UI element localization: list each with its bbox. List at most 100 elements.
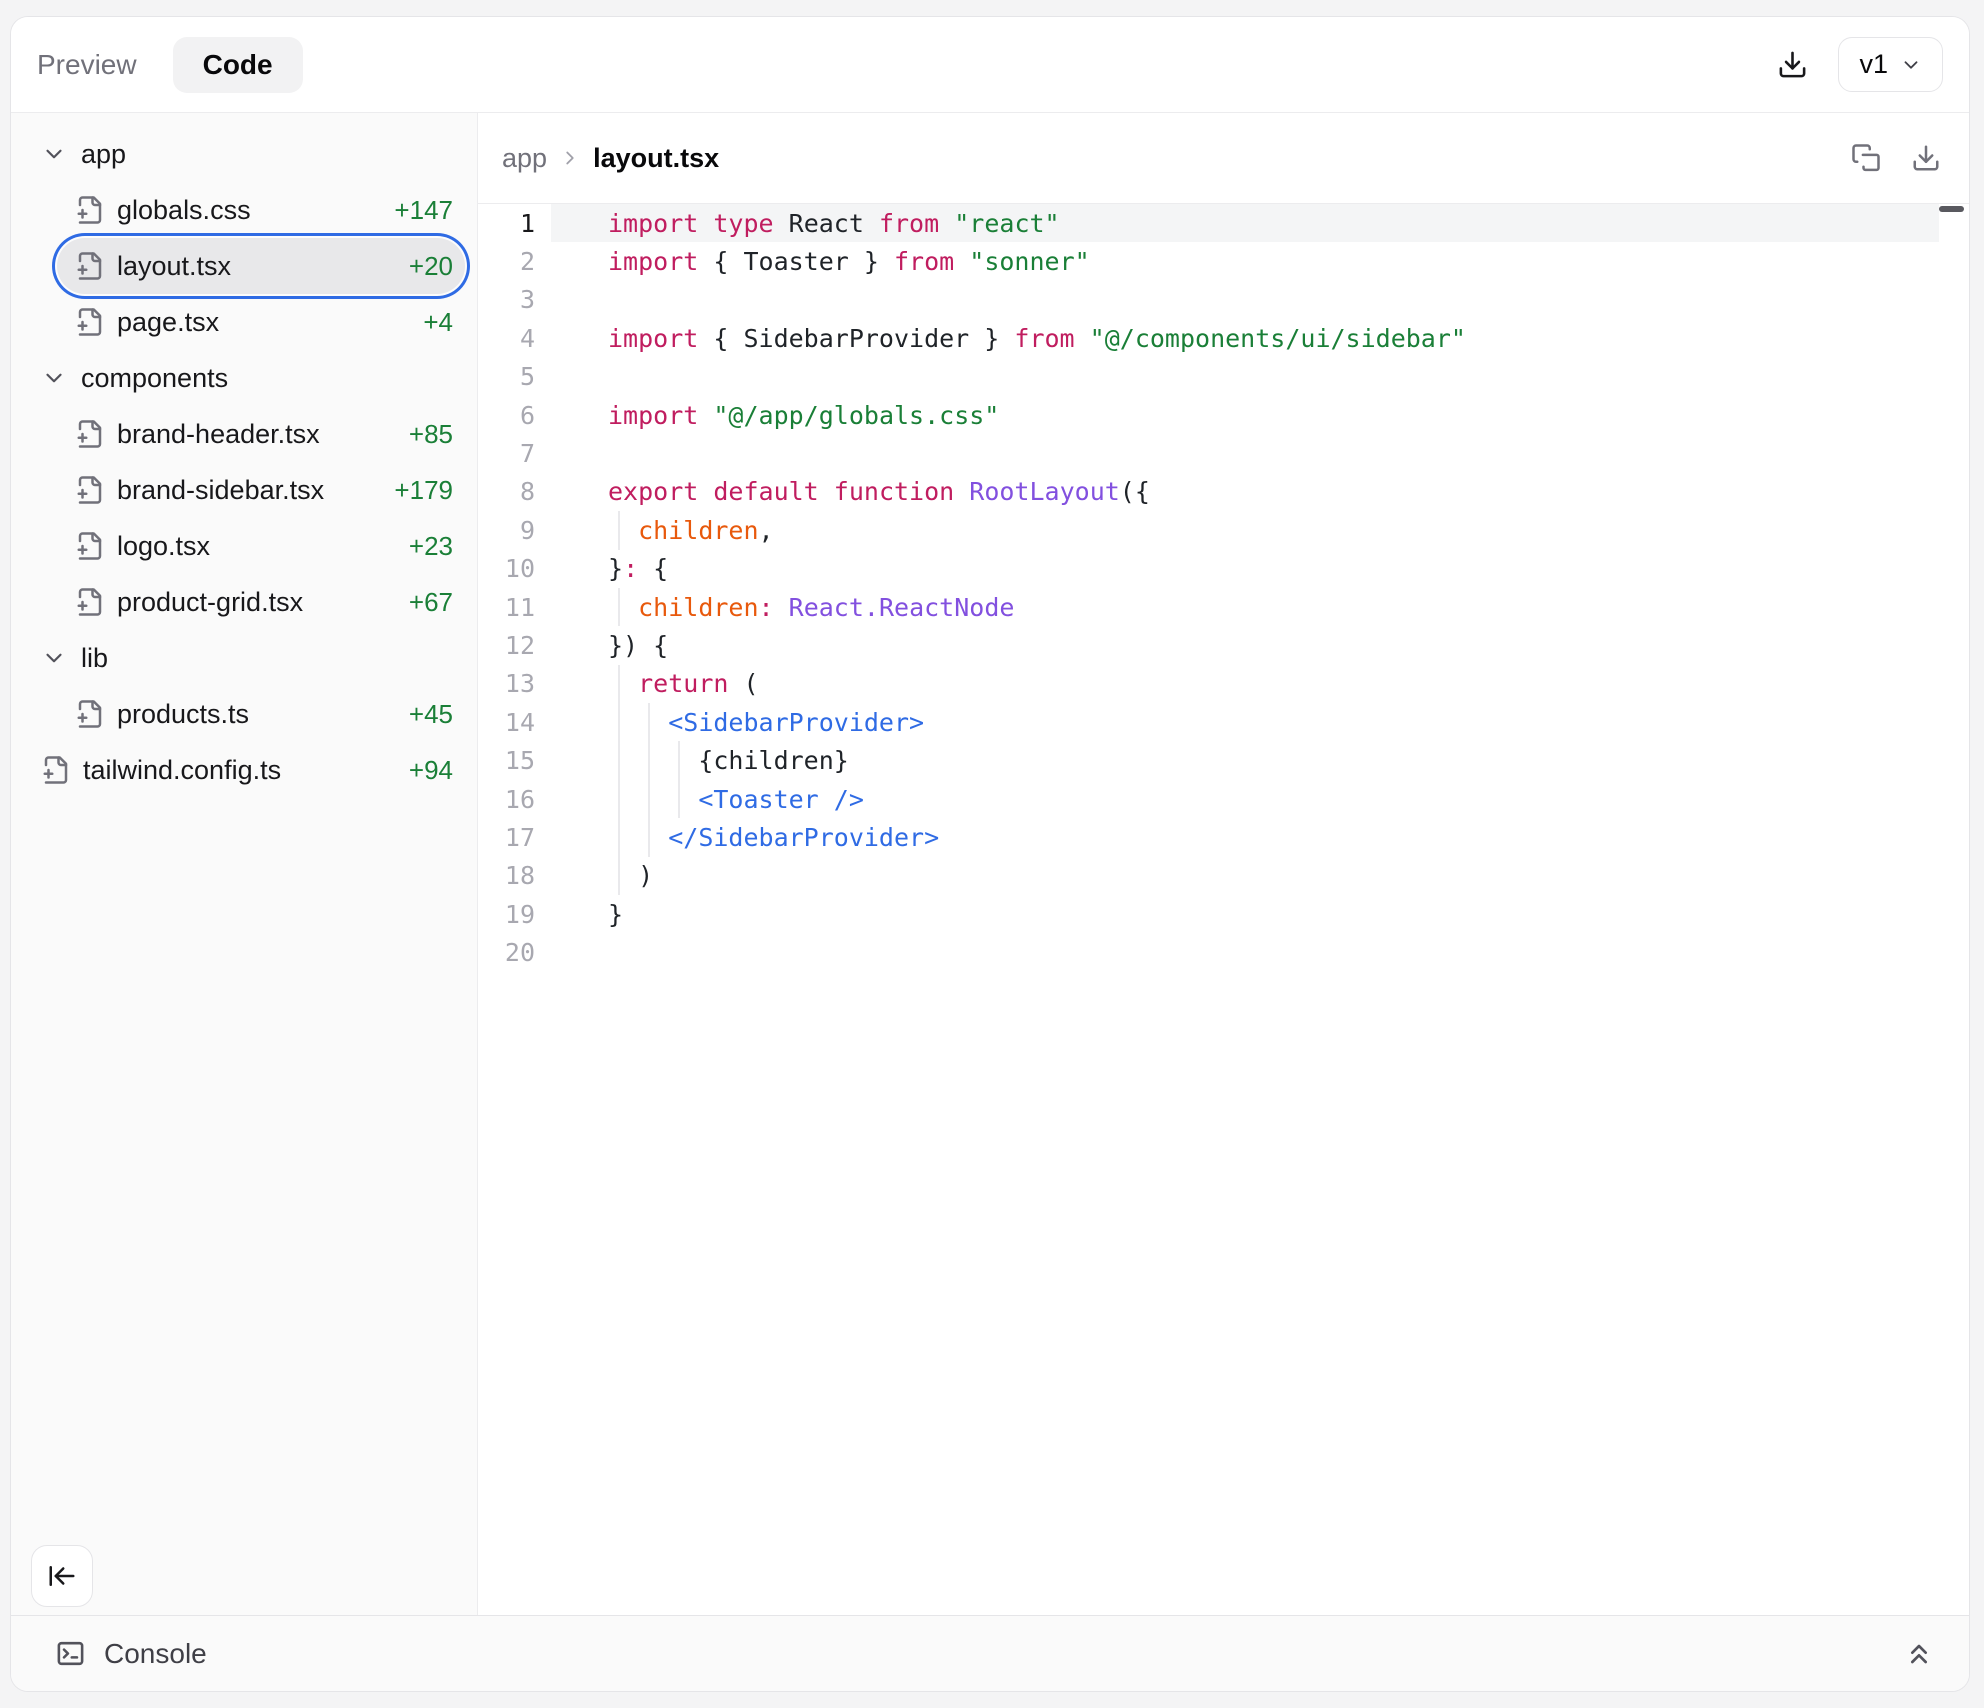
- line-content: }) {: [551, 626, 1939, 664]
- line-content: children: React.ReactNode: [551, 588, 1939, 626]
- line-number: 11: [478, 588, 551, 626]
- file-plus-icon: [75, 195, 105, 225]
- line-number: 14: [478, 703, 551, 741]
- line-number: 20: [478, 933, 551, 971]
- indent-guide: [618, 857, 620, 895]
- file-plus-icon: [75, 587, 105, 617]
- toolbar-actions: v1: [1777, 37, 1943, 92]
- tree-file-tailwind.config.ts[interactable]: tailwind.config.ts+94: [41, 742, 465, 798]
- file-name: product-grid.tsx: [117, 587, 409, 618]
- indent-guide: [618, 511, 620, 549]
- line-number: 16: [478, 780, 551, 818]
- version-selector[interactable]: v1: [1838, 37, 1943, 92]
- line-number: 5: [478, 358, 551, 396]
- line-number: 1: [478, 204, 551, 242]
- view-tabs: Preview Code: [37, 37, 303, 93]
- code-line-16: 16 <Toaster />: [478, 780, 1969, 818]
- code-line-5: 5: [478, 358, 1969, 396]
- line-content: return (: [551, 665, 1939, 703]
- tree-folder-lib[interactable]: lib: [41, 630, 465, 686]
- line-content: }: {: [551, 550, 1939, 588]
- line-content: children,: [551, 511, 1939, 549]
- code-editor: app layout.tsx 1import type R: [478, 113, 1969, 1615]
- download-button[interactable]: [1777, 49, 1808, 80]
- file-name: brand-header.tsx: [117, 419, 409, 450]
- file-plus-icon: [75, 419, 105, 449]
- file-tree-sidebar: appglobals.css+147layout.tsx+20page.tsx+…: [11, 113, 478, 1615]
- console-bar[interactable]: Console: [11, 1615, 1969, 1691]
- line-number: 4: [478, 319, 551, 357]
- code-line-15: 15 {children}: [478, 741, 1969, 779]
- code-line-19: 19}: [478, 895, 1969, 933]
- code-line-8: 8export default function RootLayout({: [478, 473, 1969, 511]
- chevron-down-icon: [41, 645, 67, 671]
- indent-guide: [618, 703, 620, 741]
- file-name: lib: [81, 643, 465, 674]
- indent-guide: [678, 780, 680, 818]
- tree-file-products.ts[interactable]: products.ts+45: [57, 686, 465, 742]
- line-number: 6: [478, 396, 551, 434]
- chevron-down-icon: [41, 365, 67, 391]
- breadcrumb-file: layout.tsx: [593, 143, 719, 174]
- line-content: import { Toaster } from "sonner": [551, 242, 1939, 280]
- diff-added-count: +4: [423, 307, 465, 338]
- tree-file-logo.tsx[interactable]: logo.tsx+23: [57, 518, 465, 574]
- indent-guide: [618, 741, 620, 779]
- indent-guide: [648, 818, 650, 856]
- main-area: appglobals.css+147layout.tsx+20page.tsx+…: [11, 113, 1969, 1615]
- line-content: [551, 933, 1939, 971]
- file-plus-icon: [75, 699, 105, 729]
- tab-preview[interactable]: Preview: [37, 49, 137, 81]
- chevron-down-icon: [1900, 54, 1922, 76]
- console-label: Console: [104, 1638, 207, 1670]
- line-number: 13: [478, 665, 551, 703]
- line-number: 15: [478, 741, 551, 779]
- file-plus-icon: [75, 307, 105, 337]
- arrow-left-to-line-icon: [47, 1561, 77, 1591]
- tree-file-globals.css[interactable]: globals.css+147: [57, 182, 465, 238]
- tree-folder-app[interactable]: app: [41, 126, 465, 182]
- breadcrumb-folder: app: [502, 143, 547, 174]
- code-line-4: 4import { SidebarProvider } from "@/comp…: [478, 319, 1969, 357]
- line-content: [551, 434, 1939, 472]
- file-name: logo.tsx: [117, 531, 409, 562]
- download-file-button[interactable]: [1911, 143, 1941, 173]
- line-content: import { SidebarProvider } from "@/compo…: [551, 319, 1939, 357]
- top-toolbar: Preview Code v1: [11, 17, 1969, 113]
- code-line-3: 3: [478, 281, 1969, 319]
- code-line-20: 20: [478, 933, 1969, 971]
- line-content: import "@/app/globals.css": [551, 396, 1939, 434]
- code-line-17: 17 </SidebarProvider>: [478, 818, 1969, 856]
- file-name: brand-sidebar.tsx: [117, 475, 394, 506]
- file-plus-icon: [75, 251, 105, 281]
- tree-file-layout.tsx[interactable]: layout.tsx+20: [57, 238, 465, 294]
- scrollbar-thumb[interactable]: [1939, 206, 1964, 212]
- tree-file-page.tsx[interactable]: page.tsx+4: [57, 294, 465, 350]
- line-number: 7: [478, 434, 551, 472]
- tree-folder-components[interactable]: components: [41, 350, 465, 406]
- editor-actions: [1851, 143, 1941, 173]
- file-tree: appglobals.css+147layout.tsx+20page.tsx+…: [11, 113, 477, 798]
- version-label: v1: [1859, 49, 1888, 80]
- line-number: 3: [478, 281, 551, 319]
- tree-file-brand-header.tsx[interactable]: brand-header.tsx+85: [57, 406, 465, 462]
- line-content: {children}: [551, 741, 1939, 779]
- indent-guide: [618, 588, 620, 626]
- code-line-14: 14 <SidebarProvider>: [478, 703, 1969, 741]
- tab-code[interactable]: Code: [173, 37, 303, 93]
- tree-file-product-grid.tsx[interactable]: product-grid.tsx+67: [57, 574, 465, 630]
- tree-file-brand-sidebar.tsx[interactable]: brand-sidebar.tsx+179: [57, 462, 465, 518]
- indent-guide: [678, 741, 680, 779]
- copy-code-button[interactable]: [1851, 143, 1881, 173]
- indent-guide: [618, 818, 620, 856]
- line-number: 8: [478, 473, 551, 511]
- chevron-right-icon: [559, 147, 581, 169]
- expand-console-button[interactable]: [1903, 1638, 1935, 1670]
- line-number: 10: [478, 550, 551, 588]
- line-content: ): [551, 857, 1939, 895]
- editor-header: app layout.tsx: [478, 113, 1969, 204]
- terminal-icon: [55, 1638, 86, 1669]
- collapse-sidebar-button[interactable]: [31, 1545, 93, 1607]
- line-number: 9: [478, 511, 551, 549]
- file-plus-icon: [75, 475, 105, 505]
